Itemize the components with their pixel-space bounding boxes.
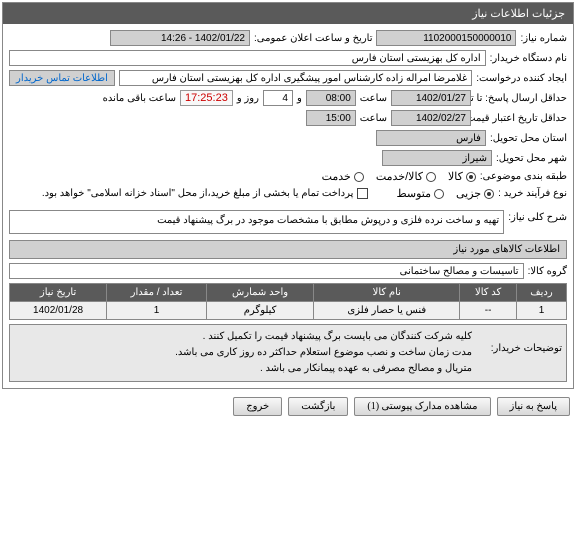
category-radios: کالا کالا/خدمت خدمت bbox=[322, 170, 476, 183]
th-row: ردیف bbox=[516, 284, 566, 302]
note-line-3: متریال و مصالح مصرفی به عهده پیمانکار می… bbox=[175, 361, 472, 377]
and-label: و bbox=[297, 93, 302, 104]
th-name: نام کالا bbox=[314, 284, 460, 302]
need-number-label: شماره نیاز: bbox=[520, 33, 567, 44]
cell-row: 1 bbox=[516, 302, 566, 320]
exit-button[interactable]: خروج bbox=[233, 397, 282, 416]
note-line-2: مدت زمان ساخت و نصب موضوع استعلام حداکثر… bbox=[175, 345, 472, 361]
time-label-2: ساعت bbox=[360, 113, 387, 124]
cell-unit: کیلوگرم bbox=[206, 302, 313, 320]
buy-type-radios: جزیی متوسط bbox=[396, 187, 494, 200]
cell-name: فنس یا حصار فلزی bbox=[314, 302, 460, 320]
summary-box: تهیه و ساخت نرده فلزی و درپوش مطابق با م… bbox=[9, 210, 504, 234]
cell-date: 1402/01/28 bbox=[10, 302, 107, 320]
city-label: شهر محل تحویل: bbox=[496, 153, 567, 164]
buy-type-label: نوع فرآیند خرید : bbox=[498, 188, 567, 199]
cell-code: -- bbox=[460, 302, 517, 320]
radio-partial[interactable]: جزیی bbox=[456, 187, 494, 200]
buyer-field: اداره کل بهزیستی استان فارس bbox=[9, 50, 486, 66]
radio-service-goods-label: کالا/خدمت bbox=[376, 170, 423, 183]
days-field: 4 bbox=[263, 90, 293, 106]
note-line-1: کلیه شرکت کنندگان می بایست برگ پیشنهاد ق… bbox=[175, 329, 472, 345]
radio-partial-label: جزیی bbox=[456, 187, 481, 200]
table-row: 1 -- فنس یا حصار فلزی کیلوگرم 1 1402/01/… bbox=[10, 302, 567, 320]
deadline-date: 1402/01/27 bbox=[391, 90, 471, 106]
location-label: استان محل تحویل: bbox=[490, 133, 567, 144]
group-field: تاسیسات و مصالح ساختمانی bbox=[9, 263, 524, 279]
radio-service-label: خدمت bbox=[322, 170, 351, 183]
need-number-field: 1102000150000010 bbox=[376, 30, 516, 46]
back-button[interactable]: بازگشت bbox=[288, 397, 348, 416]
group-label: گروه کالا: bbox=[528, 266, 567, 277]
th-qty: تعداد / مقدار bbox=[107, 284, 207, 302]
section-header: جزئیات اطلاعات نیاز bbox=[3, 3, 573, 24]
deadline-time: 08:00 bbox=[306, 90, 356, 106]
requester-label: ایجاد کننده درخواست: bbox=[476, 73, 567, 84]
validity-label: حداقل تاریخ اعتبار قیمت: تا تاریخ: bbox=[475, 113, 567, 124]
respond-button[interactable]: پاسخ به نیاز bbox=[497, 397, 571, 416]
th-unit: واحد شمارش bbox=[206, 284, 313, 302]
location-field: فارس bbox=[376, 130, 486, 146]
contact-link[interactable]: اطلاعات تماس خریدار bbox=[9, 70, 115, 86]
button-row: پاسخ به نیاز مشاهده مدارک پیوستی (1) باز… bbox=[0, 391, 576, 422]
city-field: شیراز bbox=[382, 150, 492, 166]
th-code: کد کالا bbox=[460, 284, 517, 302]
day-label: روز و bbox=[237, 93, 259, 104]
announce-field: 1402/01/22 - 14:26 bbox=[110, 30, 250, 46]
summary-label: شرح کلی نیاز: bbox=[508, 206, 567, 223]
buyer-notes: توضیحات خریدار: کلیه شرکت کنندگان می بای… bbox=[9, 324, 567, 382]
validity-date: 1402/02/27 bbox=[391, 110, 471, 126]
items-section-title: اطلاعات کالاهای مورد نیاز bbox=[9, 240, 567, 259]
buyer-label: نام دستگاه خریدار: bbox=[490, 53, 567, 64]
category-label: طبقه بندی موضوعی: bbox=[480, 171, 567, 182]
radio-medium-label: متوسط bbox=[396, 187, 431, 200]
radio-service[interactable]: خدمت bbox=[322, 170, 364, 183]
time-label-1: ساعت bbox=[360, 93, 387, 104]
countdown: 17:25:23 bbox=[180, 90, 233, 106]
announce-label: تاریخ و ساعت اعلان عمومی: bbox=[254, 33, 373, 44]
radio-goods[interactable]: کالا bbox=[448, 170, 476, 183]
radio-service-goods[interactable]: کالا/خدمت bbox=[376, 170, 436, 183]
cell-qty: 1 bbox=[107, 302, 207, 320]
payment-note: پرداخت تمام یا بخشی از مبلغ خرید،از محل … bbox=[42, 188, 354, 199]
treasury-checkbox[interactable] bbox=[357, 188, 368, 199]
deadline-label: حداقل ارسال پاسخ: تا تاریخ: bbox=[475, 93, 567, 104]
remaining-label: ساعت باقی مانده bbox=[103, 93, 176, 104]
requester-field: غلامرضا امراله زاده کارشناس امور پیشگیری… bbox=[119, 70, 472, 86]
validity-time: 15:00 bbox=[306, 110, 356, 126]
items-table: ردیف کد کالا نام کالا واحد شمارش تعداد /… bbox=[9, 283, 567, 320]
radio-goods-label: کالا bbox=[448, 170, 463, 183]
th-date: تاریخ نیاز bbox=[10, 284, 107, 302]
attachments-button[interactable]: مشاهده مدارک پیوستی (1) bbox=[354, 397, 490, 416]
notes-label: توضیحات خریدار: bbox=[472, 329, 562, 377]
radio-medium[interactable]: متوسط bbox=[396, 187, 444, 200]
